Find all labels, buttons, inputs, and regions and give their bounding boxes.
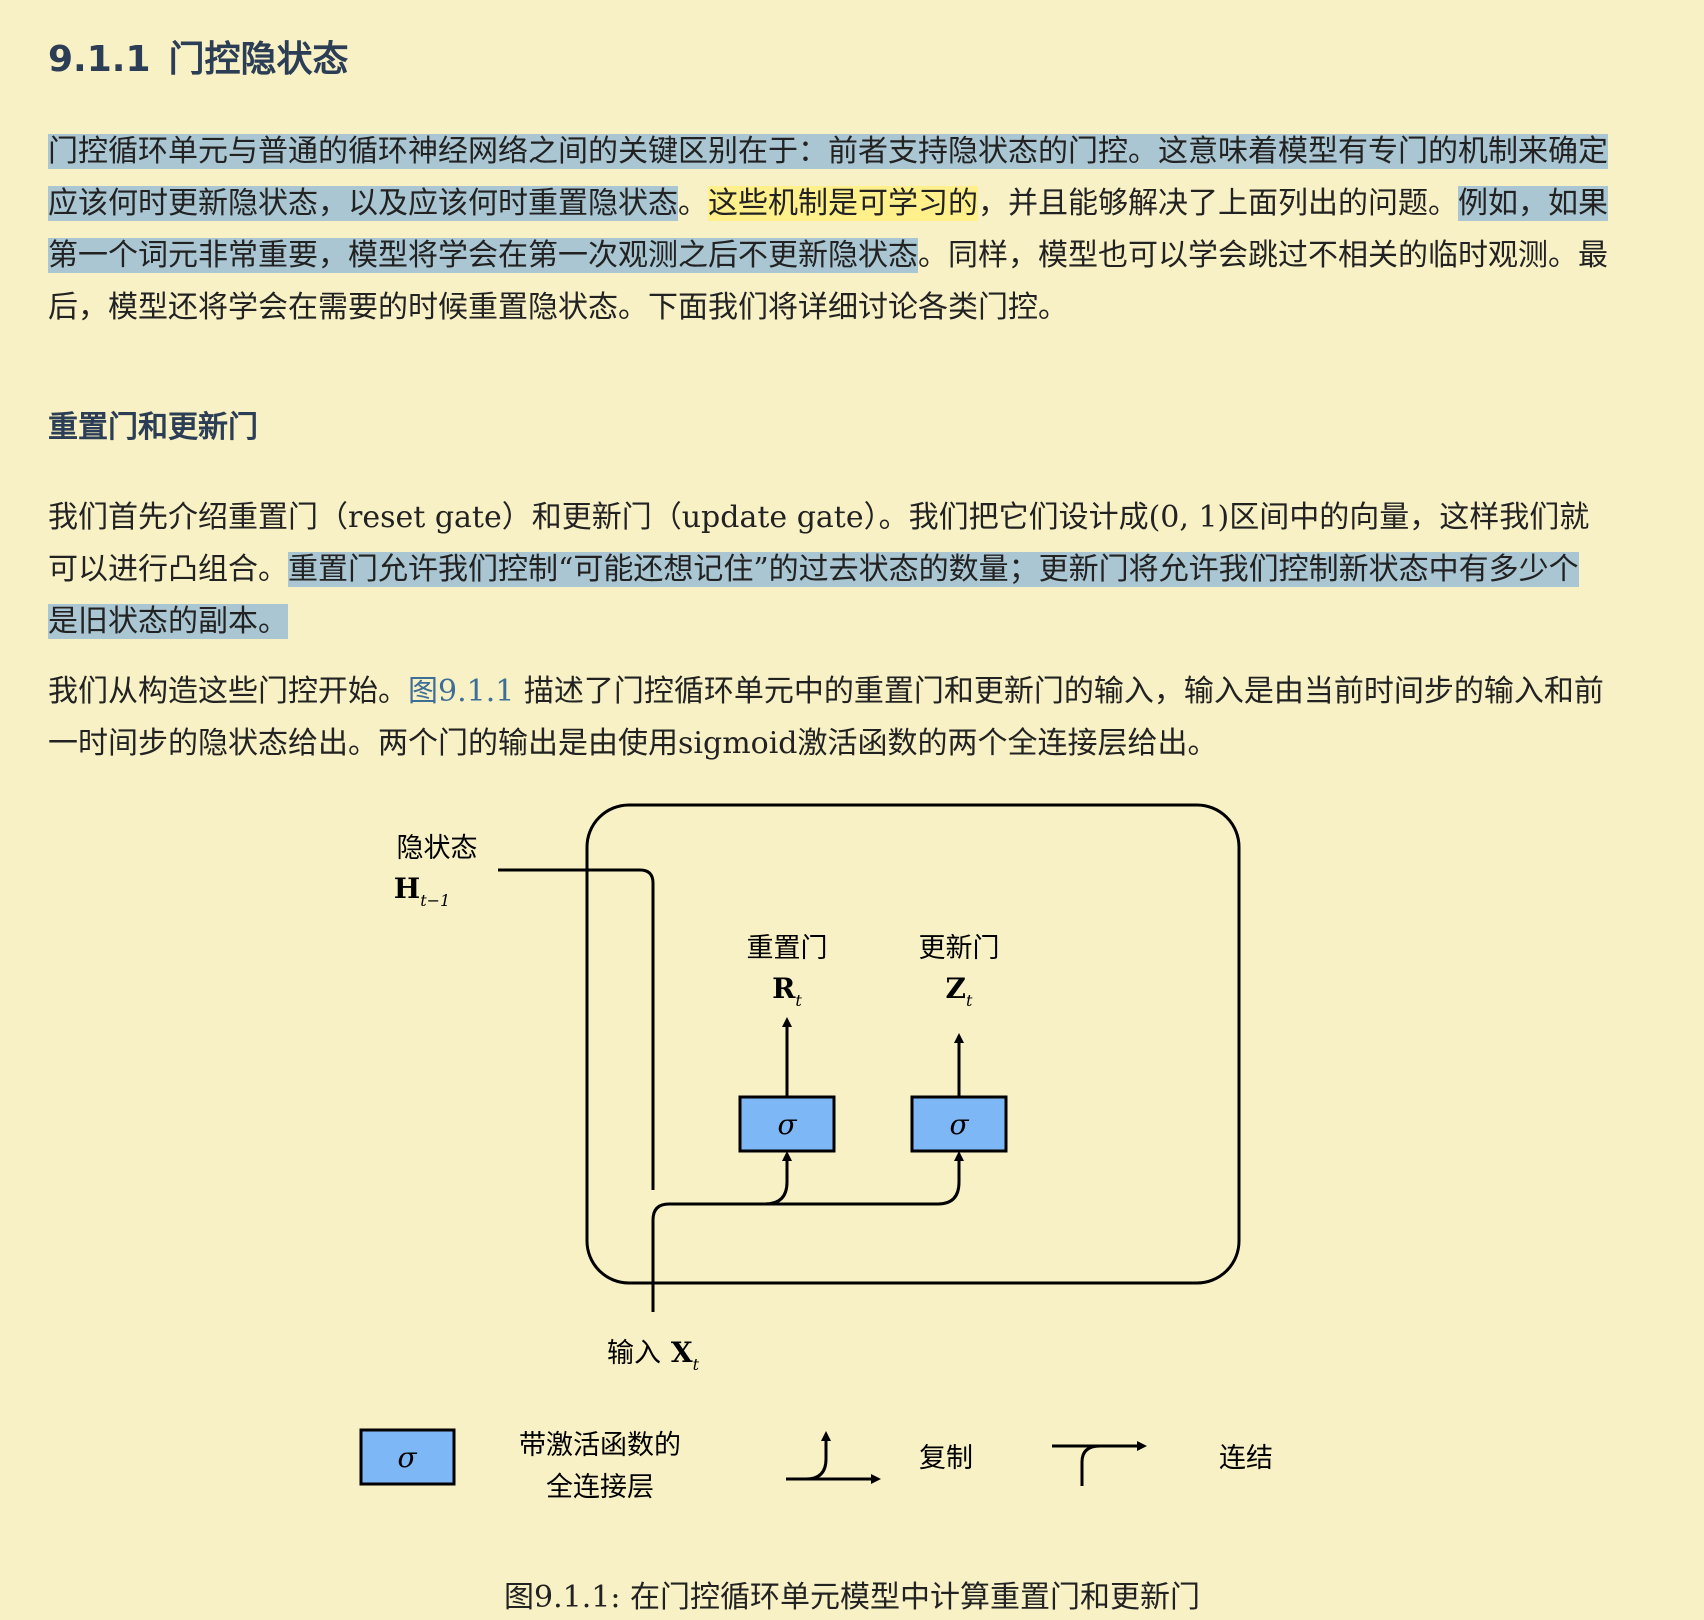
update-gate-fc-box (910, 1095, 1008, 1153)
paragraph-gated-hidden-state: 门控循环单元与普通的循环神经网络之间的关键区别在于：前者支持隐状态的门控。这意味… (48, 126, 1608, 334)
paragraph-reset-update-gates: 我们首先介绍重置门（reset gate）和更新门（update gate）。我… (48, 492, 1608, 648)
highlight-yellow: 这些机制是可学习的 (708, 186, 978, 221)
legend-fc-label-line1: 带激活函数的 (519, 1430, 681, 1461)
legend-concat-label: 连结 (1219, 1443, 1273, 1474)
legend-copy-label: 复制 (919, 1443, 973, 1474)
update-gate-label: 更新门 (919, 933, 1000, 964)
text-run: ，并且能够解决了上面列出的问题。 (978, 186, 1458, 221)
section-number: 9.1.1 (48, 39, 151, 80)
hidden-state-line (498, 868, 655, 1190)
subsection-heading: 重置门和更新门 (48, 410, 258, 445)
reset-gate-fc-box (738, 1095, 836, 1153)
reset-gate-label: 重置门 (747, 933, 828, 964)
legend-fc-label-line2: 全连接层 (546, 1472, 654, 1503)
legend-fc-sigma: σ (397, 1441, 417, 1474)
update-gate-symbol: Zt (946, 972, 973, 1010)
gru-cell-boundary (585, 803, 1241, 1285)
paragraph-figure-intro: 我们从构造这些门控开始。图9.1.1 描述了门控循环单元中的重置门和更新门的输入… (48, 666, 1608, 770)
input-label: 输入 (607, 1338, 661, 1369)
input-symbol: Xt (671, 1336, 700, 1374)
concat-line-update (765, 1151, 964, 1206)
figure-caption: 图9.1.1: 在门控循环单元模型中计算重置门和更新门 (504, 1580, 1200, 1615)
figure-reference-link[interactable]: 图9.1.1 (408, 674, 514, 709)
text-run: 。 (678, 186, 708, 221)
legend-fc-box (359, 1428, 456, 1486)
update-gate-sigma: σ (949, 1108, 969, 1141)
legend-copy-branch (786, 1431, 831, 1481)
section-title: 门控隐状态 (168, 39, 349, 80)
input-line (651, 1151, 792, 1312)
document-page: 9.1.1 门控隐状态 门控循环单元与普通的循环神经网络之间的关键区别在于：前者支… (0, 0, 1704, 1620)
reset-gate-sigma: σ (777, 1108, 797, 1141)
legend-concat-icon (1080, 1441, 1147, 1486)
text-run: 我们从构造这些门控开始。 (48, 674, 408, 709)
section-heading: 9.1.1 门控隐状态 (48, 30, 349, 82)
reset-gate-symbol: Rt (772, 972, 802, 1010)
hidden-state-symbol: Ht−1 (394, 872, 450, 910)
hidden-state-label: 隐状态 (397, 833, 478, 864)
